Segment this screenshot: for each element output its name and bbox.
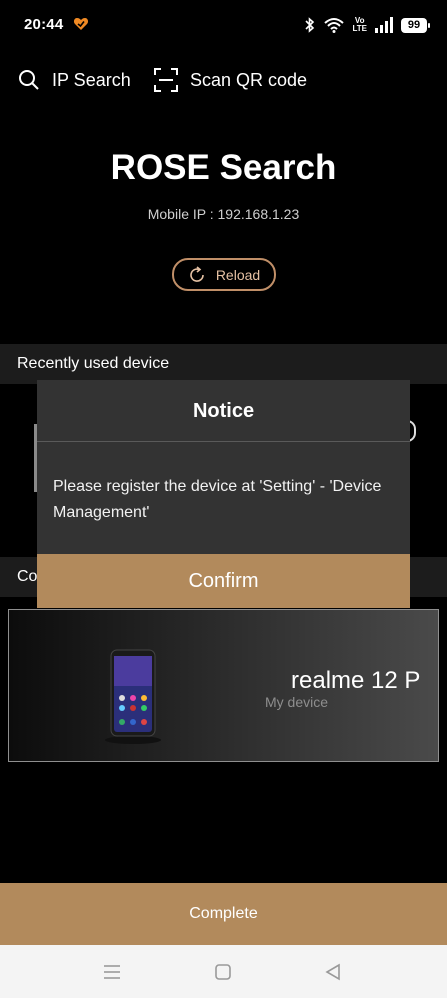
device-name: realme 12 P xyxy=(291,667,421,694)
back-icon[interactable] xyxy=(322,961,344,983)
dialog-title: Notice xyxy=(192,400,255,422)
connected-devices-label: Co xyxy=(17,568,38,585)
complete-button[interactable]: Complete xyxy=(0,883,447,945)
mobile-ip-text: Mobile IP : 192.168.1.23 xyxy=(147,206,300,222)
status-icons: Vo LTE 99 xyxy=(304,14,430,36)
page-title: ROSE Search xyxy=(110,148,337,187)
ip-search-label: IP Search xyxy=(52,69,131,90)
menu-icon[interactable] xyxy=(101,961,123,983)
status-time: 20:44 xyxy=(24,16,64,33)
status-bar: 20:44 Vo LTE 99 xyxy=(0,0,447,50)
qr-scan-icon xyxy=(154,68,178,92)
dialog-message: Please register the device at 'Setting' … xyxy=(53,478,382,521)
app-notification-icon xyxy=(73,18,89,30)
confirm-button[interactable]: Confirm xyxy=(37,554,410,608)
ip-search-button[interactable]: IP Search xyxy=(18,62,131,98)
battery-indicator: 99 xyxy=(401,17,430,33)
recent-devices-header: Recently used device xyxy=(0,344,447,384)
recent-devices-label: Recently used device xyxy=(17,355,170,372)
search-icon xyxy=(19,70,39,90)
scan-qr-label: Scan QR code xyxy=(190,69,308,90)
phone-image xyxy=(105,649,161,744)
wifi-icon xyxy=(324,18,345,33)
notice-dialog: Notice Please register the device at 'Se… xyxy=(37,380,410,608)
reload-label: Reload xyxy=(215,266,261,283)
device-subtitle: My device xyxy=(265,694,329,710)
reload-icon xyxy=(190,265,204,282)
home-icon[interactable] xyxy=(212,961,234,983)
system-nav-bar xyxy=(0,945,447,998)
signal-icon xyxy=(375,17,393,33)
reload-button[interactable]: Reload xyxy=(172,258,276,291)
scan-qr-button[interactable]: Scan QR code xyxy=(154,62,307,98)
dialog-divider xyxy=(37,441,410,442)
bluetooth-icon xyxy=(305,17,315,33)
device-card[interactable]: realme 12 P My device xyxy=(8,609,439,762)
volte-indicator: Vo LTE xyxy=(352,16,367,33)
